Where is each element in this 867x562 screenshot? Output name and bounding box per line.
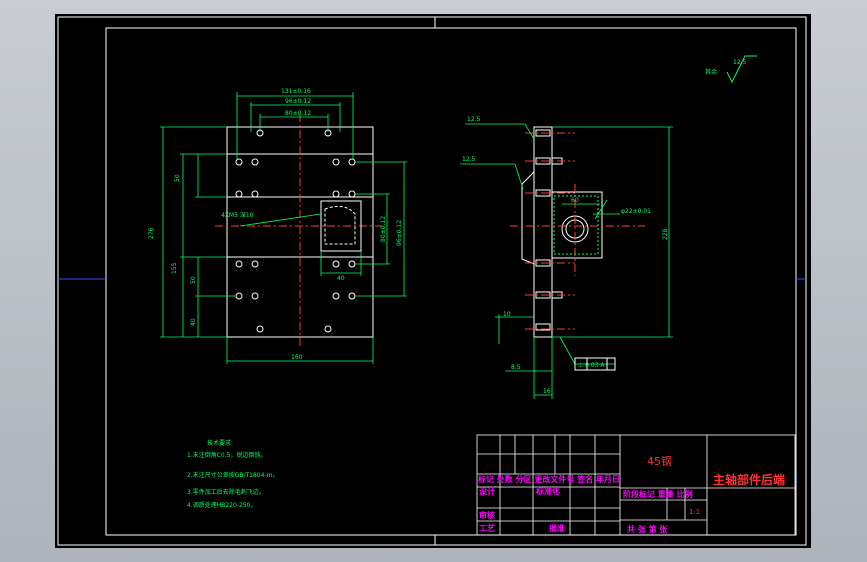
bearing-hatch-area <box>553 195 599 255</box>
hole-pattern <box>235 129 356 333</box>
note-line-4: 4.调质处理HB220-250。 <box>187 501 256 509</box>
tb-sheet-info: 共 张 第 张 <box>627 524 668 534</box>
dim-80: 80±0.12 <box>285 110 311 117</box>
side-dimension-lines <box>460 123 673 399</box>
tb-design: 设计 <box>479 486 495 496</box>
scale: 1:1 <box>689 508 700 516</box>
bolt-hole <box>251 292 259 300</box>
dim-40-slot: 40 <box>337 275 345 282</box>
tb-header-row: 标记 处数 分区 更改文件号 签名 年月日 <box>477 474 620 484</box>
bolt-hole <box>332 260 340 268</box>
bolt-hole <box>348 158 356 166</box>
bolt-hole <box>332 158 340 166</box>
thread-callout: 4XM5 深10 <box>221 211 254 219</box>
note-line-1: 1.未注倒角C0.5，锐边倒钝。 <box>187 451 266 459</box>
dim-160: 160 <box>291 354 303 361</box>
bolt-hole <box>348 292 356 300</box>
tb-review: 审核 <box>479 510 495 520</box>
roughness-note: 其余 <box>705 68 717 76</box>
dim-131: 131±0.16 <box>281 88 311 95</box>
bolt-hole <box>256 325 264 333</box>
title-block: 标记 处数 分区 更改文件号 签名 年月日 设计 标准化 阶段标记 重量 比例 … <box>476 434 796 536</box>
roughness-note-lower: 12.5 <box>462 156 476 163</box>
bolt-hole <box>348 260 356 268</box>
front-view: 131±0.16 96±0.12 80±0.12 276 155 50 40 5… <box>148 88 407 364</box>
bolt-hole <box>235 292 243 300</box>
dim-155: 155 <box>171 262 178 274</box>
dim-60: 60 <box>571 197 579 204</box>
tb-approve: 批准 <box>549 523 565 533</box>
tb-standard: 标准化 <box>535 486 560 496</box>
technical-notes: 技术要求 1.未注倒角C0.5，锐边倒钝。 2.未注尺寸公差按GB/T1804-… <box>187 439 278 509</box>
side-dimension-texts: 228 φ22±0.01 60 10 16 8.5 ⊥ 0.03 A 12.5 … <box>462 116 669 395</box>
side-wedge <box>521 170 535 265</box>
bolt-hole <box>324 325 332 333</box>
bolt-hole <box>235 158 243 166</box>
dim-276: 276 <box>148 227 155 239</box>
side-centerlines <box>510 132 645 330</box>
front-dimension-lines <box>160 92 407 364</box>
bolt-hole <box>235 260 243 268</box>
roughness-value: 12.5 <box>733 59 747 66</box>
dim-10: 10 <box>503 311 511 318</box>
dim-96: 96±0.12 <box>285 98 311 105</box>
roughness-note-upper: 12.5 <box>467 116 481 123</box>
dim-80-right: 80±0.12 <box>380 216 387 242</box>
front-dimension-texts: 131±0.16 96±0.12 80±0.12 276 155 50 40 5… <box>148 88 403 361</box>
note-line-3: 3.零件加工后去除毛刺飞边。 <box>187 488 265 496</box>
bolt-hole <box>332 292 340 300</box>
side-view: 228 φ22±0.01 60 10 16 8.5 ⊥ 0.03 A 12.5 … <box>460 116 673 399</box>
bolt-hole <box>251 158 259 166</box>
tb-process: 工艺 <box>479 523 495 533</box>
bolt-hole <box>348 190 356 198</box>
dim-50-upper: 50 <box>174 174 181 182</box>
dim-40-left: 40 <box>190 318 197 326</box>
bolt-hole <box>251 260 259 268</box>
bolt-hole <box>251 190 259 198</box>
bolt-hole <box>332 190 340 198</box>
outer-border <box>57 16 807 546</box>
dim-phi22: φ22±0.01 <box>621 208 651 215</box>
tolerance-frame: ⊥ 0.03 A <box>578 362 605 369</box>
slot-hidden-line <box>324 205 356 245</box>
dim-50-lower: 50 <box>190 276 197 284</box>
roughness-symbol: 12.5 其余 <box>705 55 757 84</box>
dim-228: 228 <box>662 228 669 240</box>
notes-title: 技术要求 <box>207 439 231 447</box>
cad-drawing: 131±0.16 96±0.12 80±0.12 276 155 50 40 5… <box>57 16 807 546</box>
tb-stage: 阶段标记 重量 比例 <box>623 489 693 499</box>
dim-96-right: 96±0.12 <box>396 220 403 246</box>
material: 45钢 <box>647 455 672 468</box>
dim-16: 16 <box>543 388 551 395</box>
dim-8-5: 8.5 <box>511 364 521 371</box>
drawing-sheet: 131±0.16 96±0.12 80±0.12 276 155 50 40 5… <box>55 14 811 548</box>
drawing-title: 主轴部件后端 <box>713 472 785 487</box>
bolt-hole <box>235 190 243 198</box>
side-holes <box>535 129 563 331</box>
note-line-2: 2.未注尺寸公差按GB/T1804-m。 <box>187 471 278 479</box>
